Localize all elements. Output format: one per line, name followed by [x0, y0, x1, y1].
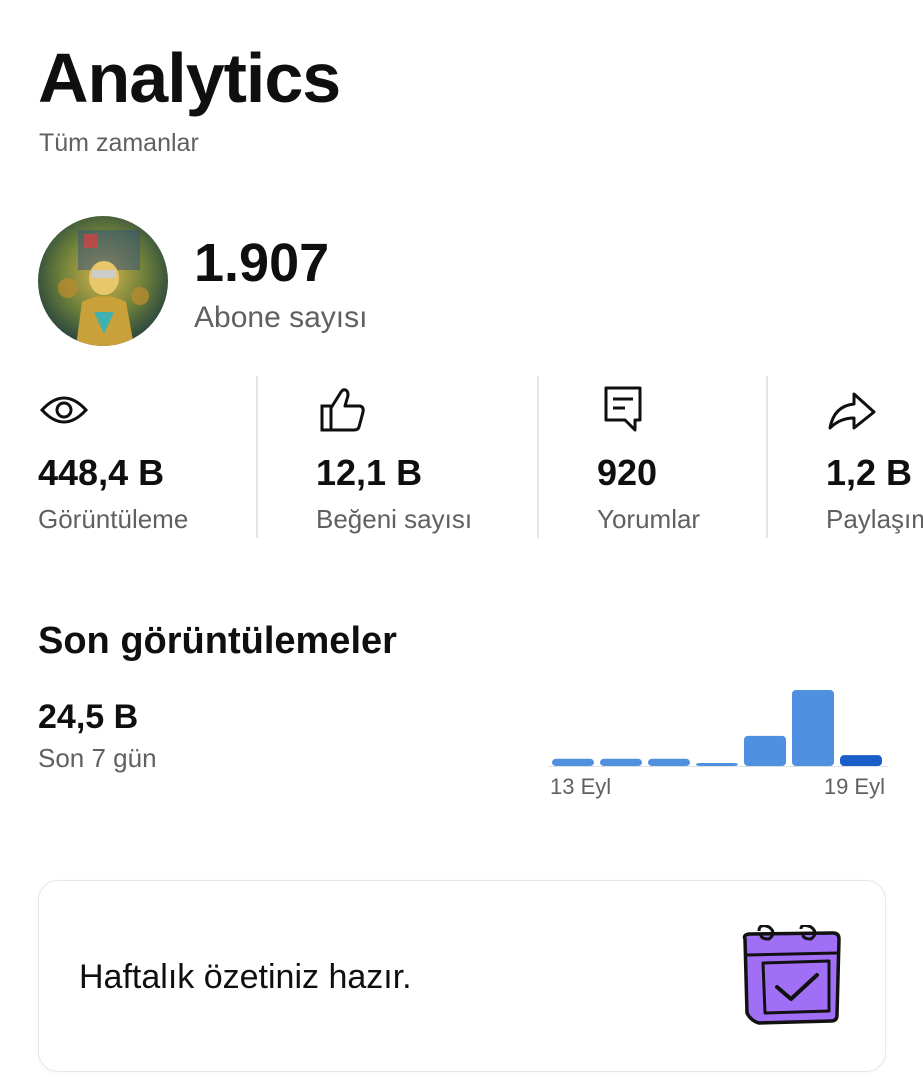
recent-views-chart-svg: 13 Eyl 19 Eyl: [548, 690, 888, 799]
page-title: Analytics: [38, 39, 341, 117]
chart-bar: [792, 690, 834, 766]
chart-tick-label: 13 Eyl: [550, 774, 611, 799]
recent-views-value: 24,5 B: [38, 698, 139, 736]
stat-value: 920: [597, 452, 658, 493]
recent-views-title: Son görüntülemeler: [38, 620, 397, 662]
divider: [537, 376, 539, 538]
chart-bar: [552, 758, 594, 766]
chart-bar: [648, 758, 690, 766]
stat-value: 448,4 B: [38, 452, 165, 493]
divider: [256, 376, 258, 538]
chart-tick-label: 19 Eyl: [824, 774, 885, 799]
chart-bar: [744, 735, 786, 766]
weekly-summary-card[interactable]: Haftalık özetiniz hazır.: [38, 880, 886, 1072]
stat-label: Beğeni sayısı: [316, 504, 473, 534]
recent-views-period: Son 7 gün: [38, 743, 157, 773]
time-range-label: Tüm zamanlar: [39, 129, 199, 157]
subscriber-count: 1.907: [194, 233, 330, 293]
stat-value: 1,2 B: [826, 452, 913, 493]
chart-bar: [696, 762, 738, 766]
stats-row: 448,4 B Görüntüleme 12,1 B Beğeni sayısı…: [0, 376, 923, 538]
eye-icon: [38, 382, 90, 434]
channel-avatar[interactable]: [38, 216, 168, 346]
chart-bar: [600, 758, 642, 766]
stat-label: Paylaşım: [826, 504, 923, 534]
weekly-summary-text: Haftalık özetiniz hazır.: [79, 958, 412, 996]
comment-icon: [597, 382, 649, 434]
stat-label: Yorumlar: [597, 504, 701, 534]
stat-label: Görüntüleme: [38, 504, 189, 534]
share-icon: [826, 382, 878, 434]
subscriber-label: Abone sayısı: [194, 301, 368, 334]
chart-bar: [840, 755, 882, 766]
calendar-check-icon: [737, 923, 845, 1029]
thumbs-up-icon: [316, 382, 368, 434]
divider: [766, 376, 768, 538]
stat-value: 12,1 B: [316, 452, 423, 493]
recent-views-chart[interactable]: 13 Eyl 19 Eyl: [548, 680, 888, 804]
